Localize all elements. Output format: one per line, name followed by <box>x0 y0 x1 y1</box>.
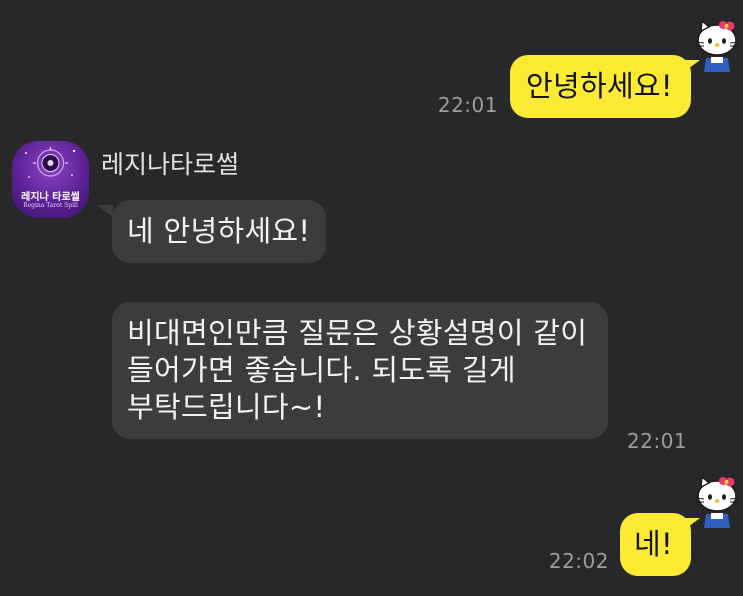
message-text: 비대면인만큼 질문은 상황설명이 같이 들어가면 좋습니다. 되도록 길게 부탁… <box>127 316 588 424</box>
avatar-brand-name: 레지나 타로썰 <box>21 192 80 203</box>
message-text: 네! <box>634 527 673 561</box>
contact-message-bubble[interactable]: 네 안녕하세요! <box>112 200 326 263</box>
message-time: 22:02 <box>548 549 609 573</box>
bubble-tail <box>97 205 113 217</box>
my-message-bubble[interactable]: 네! <box>620 513 691 576</box>
message-text: 안녕하세요! <box>526 69 673 103</box>
message-time: 22:01 <box>437 93 498 117</box>
message-time: 22:01 <box>627 429 688 453</box>
contact-name: 레지나타로썰 <box>101 150 240 179</box>
avatar-brand-subtitle: Regina Tarot Spill <box>23 202 78 209</box>
my-message-bubble[interactable]: 안녕하세요! <box>510 55 691 118</box>
contact-message-bubble[interactable]: 비대면인만큼 질문은 상황설명이 같이 들어가면 좋습니다. 되도록 길게 부탁… <box>112 302 608 439</box>
chat-screen: { "chat": { "contact": { "name": "레지나타로썰… <box>0 0 743 596</box>
contact-profile-avatar[interactable]: 레지나 타로썰 Regina Tarot Spill <box>12 141 89 218</box>
message-text: 네 안녕하세요! <box>127 214 311 248</box>
